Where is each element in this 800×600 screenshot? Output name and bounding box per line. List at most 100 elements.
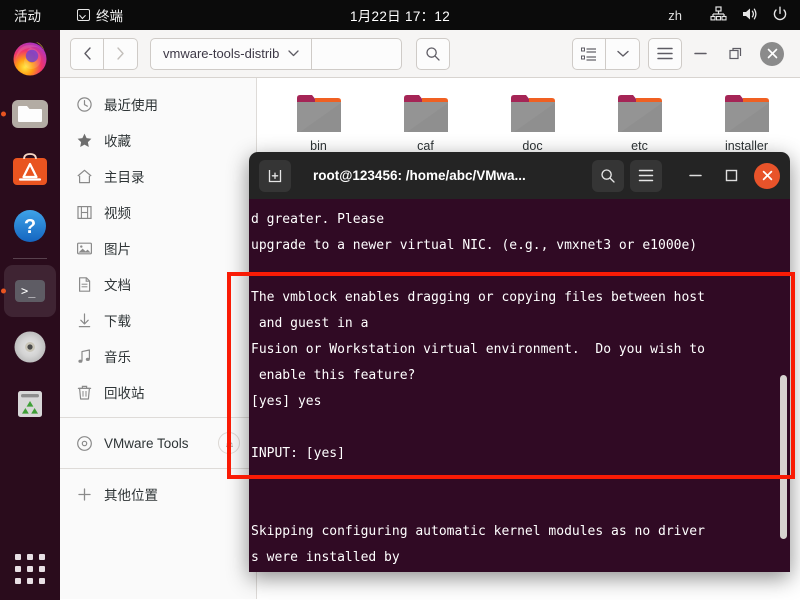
terminal-icon: >_ (10, 271, 50, 311)
chevron-left-icon (83, 47, 91, 60)
folder-item[interactable]: caf (372, 92, 479, 153)
close-button[interactable] (754, 36, 790, 72)
grid-dot (27, 566, 33, 572)
sidebar-item-documents[interactable]: 文档 (60, 266, 256, 302)
minimize-button[interactable] (682, 36, 718, 72)
new-tab-button[interactable] (259, 159, 291, 192)
svg-text:>_: >_ (21, 284, 36, 298)
sidebar-item-label: 主目录 (104, 170, 145, 185)
new-tab-icon (268, 169, 282, 182)
disc-icon (10, 327, 50, 367)
folder-icon (721, 92, 773, 136)
power-icon[interactable] (772, 6, 788, 25)
dock-item-disc[interactable] (0, 319, 60, 375)
sidebar-item-label: 回收站 (104, 386, 145, 401)
folder-icon (614, 92, 666, 136)
terminal-search-button[interactable] (592, 159, 624, 192)
hamburger-menu-icon (657, 47, 673, 60)
sidebar-item-downloads[interactable]: 下载 (60, 302, 256, 338)
sidebar-item-videos[interactable]: 视频 (60, 194, 256, 230)
clock-datetime[interactable]: 1月22日 17：12 (350, 5, 450, 25)
terminal-scrollbar[interactable] (780, 375, 787, 539)
dock-item-terminal[interactable]: >_ (0, 263, 60, 319)
search-icon (601, 168, 615, 183)
path-entry-blank[interactable] (312, 37, 403, 70)
location-bar: vmware-tools-distrib (150, 37, 403, 70)
breadcrumb-path-button[interactable]: vmware-tools-distrib (150, 37, 313, 70)
sidebar-item-trash[interactable]: 回收站 (60, 374, 256, 410)
sidebar-item-recent[interactable]: 最近使用 (60, 86, 256, 122)
folder-label: installer (724, 139, 769, 153)
search-button[interactable] (416, 37, 451, 70)
running-indicator (1, 288, 6, 294)
sidebar-item-other-locations[interactable]: 其他位置 (60, 476, 256, 512)
sidebar-item-label: 收藏 (104, 134, 131, 149)
file-manager-sidebar: 最近使用 收藏 主目录 视频 图片 文档 下载 音乐 回收站 VMware To… (60, 78, 257, 599)
folder-item[interactable]: bin (265, 92, 372, 153)
dock-item-trash[interactable] (0, 375, 60, 431)
active-app-menu[interactable]: 终端 (77, 5, 123, 25)
terminal-line: The vmblock enables dragging or copying … (251, 290, 705, 305)
folder-item[interactable]: installer (693, 92, 800, 153)
terminal-line: d greater. Please (251, 212, 385, 227)
folder-item[interactable]: etc (586, 92, 693, 153)
music-icon (76, 348, 93, 365)
terminal-icon (77, 9, 90, 21)
folder-label: caf (417, 139, 434, 153)
dock-item-help[interactable]: ? (0, 198, 60, 254)
terminal-minimize-button[interactable] (680, 161, 710, 191)
terminal-line: and guest in a (251, 316, 369, 331)
input-method-indicator[interactable]: zh (668, 8, 682, 23)
sidebar-item-label: 音乐 (104, 350, 131, 365)
eject-button[interactable] (218, 432, 240, 454)
file-manager-window-controls (572, 36, 790, 72)
file-manager-search (416, 37, 451, 70)
terminal-line: s were installed by (251, 550, 400, 565)
terminal-maximize-button[interactable] (716, 161, 746, 191)
sidebar-item-label: 最近使用 (104, 98, 158, 113)
back-button[interactable] (70, 37, 104, 70)
dock-item-firefox[interactable] (0, 30, 60, 86)
terminal-menu-button[interactable] (630, 159, 662, 192)
list-view-button[interactable] (572, 37, 606, 70)
help-icon: ? (10, 206, 50, 246)
sidebar-item-starred[interactable]: 收藏 (60, 122, 256, 158)
dock-item-ubuntu-software[interactable] (0, 142, 60, 198)
terminal-line: INPUT: [yes] (251, 446, 345, 461)
folder-icon (293, 92, 345, 136)
terminal-line: upgrade to a newer virtual NIC. (e.g., v… (251, 238, 698, 253)
active-app-label: 终端 (96, 9, 123, 24)
eject-icon (225, 439, 233, 447)
terminal-close-button[interactable] (752, 161, 782, 191)
terminal-output-area[interactable]: d greater. Please upgrade to a newer vir… (249, 199, 790, 572)
dock-item-files[interactable] (0, 86, 60, 142)
view-options-button[interactable] (606, 37, 640, 70)
grid-dot (15, 578, 21, 584)
terminal-line: Skipping configuring automatic kernel mo… (251, 524, 705, 539)
sidebar-item-vmware-tools[interactable]: VMware Tools (60, 425, 256, 461)
chevron-down-icon (288, 50, 299, 57)
video-icon (76, 204, 93, 221)
volume-icon[interactable] (741, 6, 758, 25)
search-icon (426, 46, 440, 61)
sidebar-item-pictures[interactable]: 图片 (60, 230, 256, 266)
folder-label: bin (310, 139, 327, 153)
close-icon (754, 162, 780, 189)
terminal-line: Fusion or Workstation virtual environmen… (251, 342, 705, 357)
system-tray: zh (668, 5, 788, 25)
sidebar-item-music[interactable]: 音乐 (60, 338, 256, 374)
main-menu-button[interactable] (648, 37, 682, 70)
sidebar-item-label: 文档 (104, 278, 131, 293)
sidebar-item-home[interactable]: 主目录 (60, 158, 256, 194)
terminal-title: root@123456: /home/abc/VMwa... (313, 168, 526, 183)
activities-button[interactable]: 活动 (14, 5, 41, 25)
firefox-icon (10, 38, 50, 78)
show-applications-button[interactable] (0, 554, 60, 584)
maximize-button[interactable] (718, 36, 754, 72)
maximize-icon (729, 47, 742, 59)
network-icon[interactable] (710, 5, 727, 25)
folder-item[interactable]: doc (479, 92, 586, 153)
forward-button[interactable] (104, 37, 138, 70)
